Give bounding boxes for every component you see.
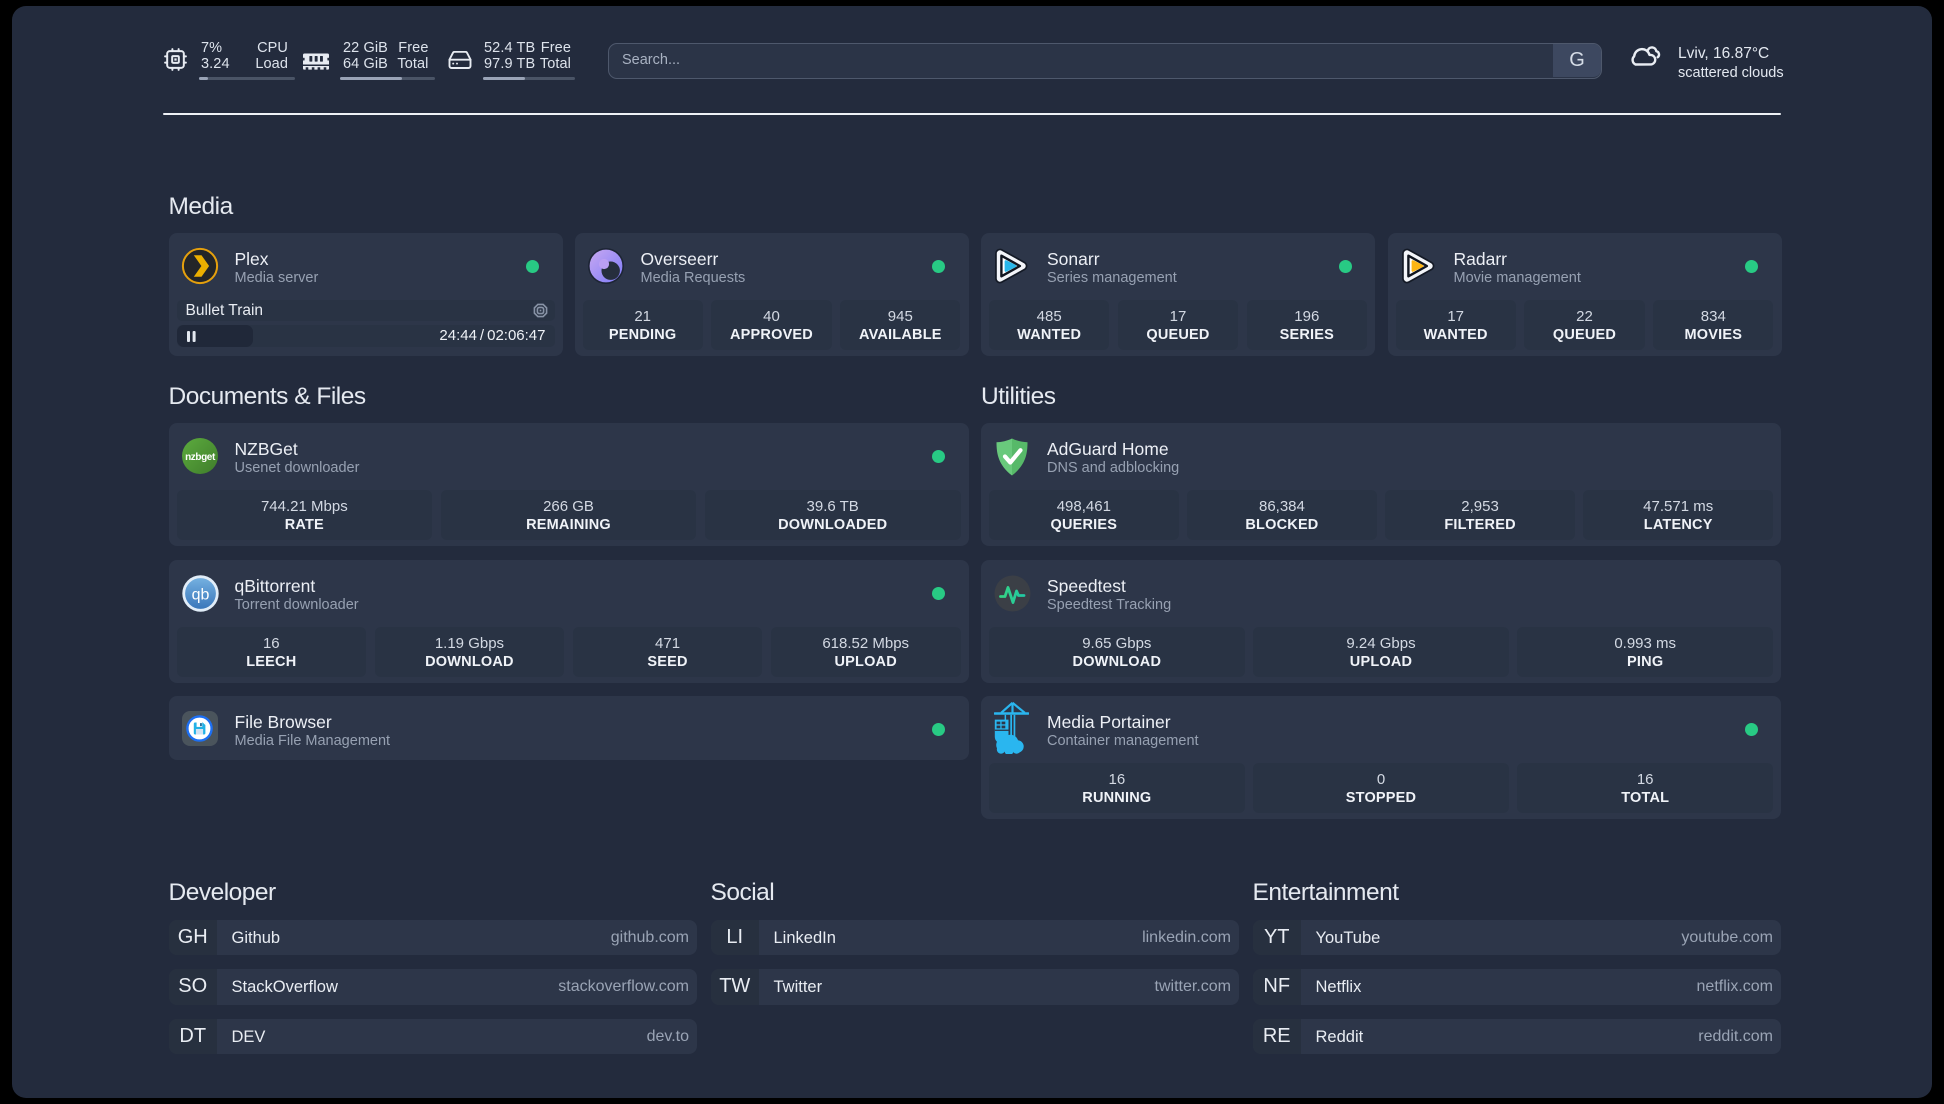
svg-text:nzbget: nzbget <box>185 452 216 463</box>
svg-text:qb: qb <box>191 587 209 604</box>
